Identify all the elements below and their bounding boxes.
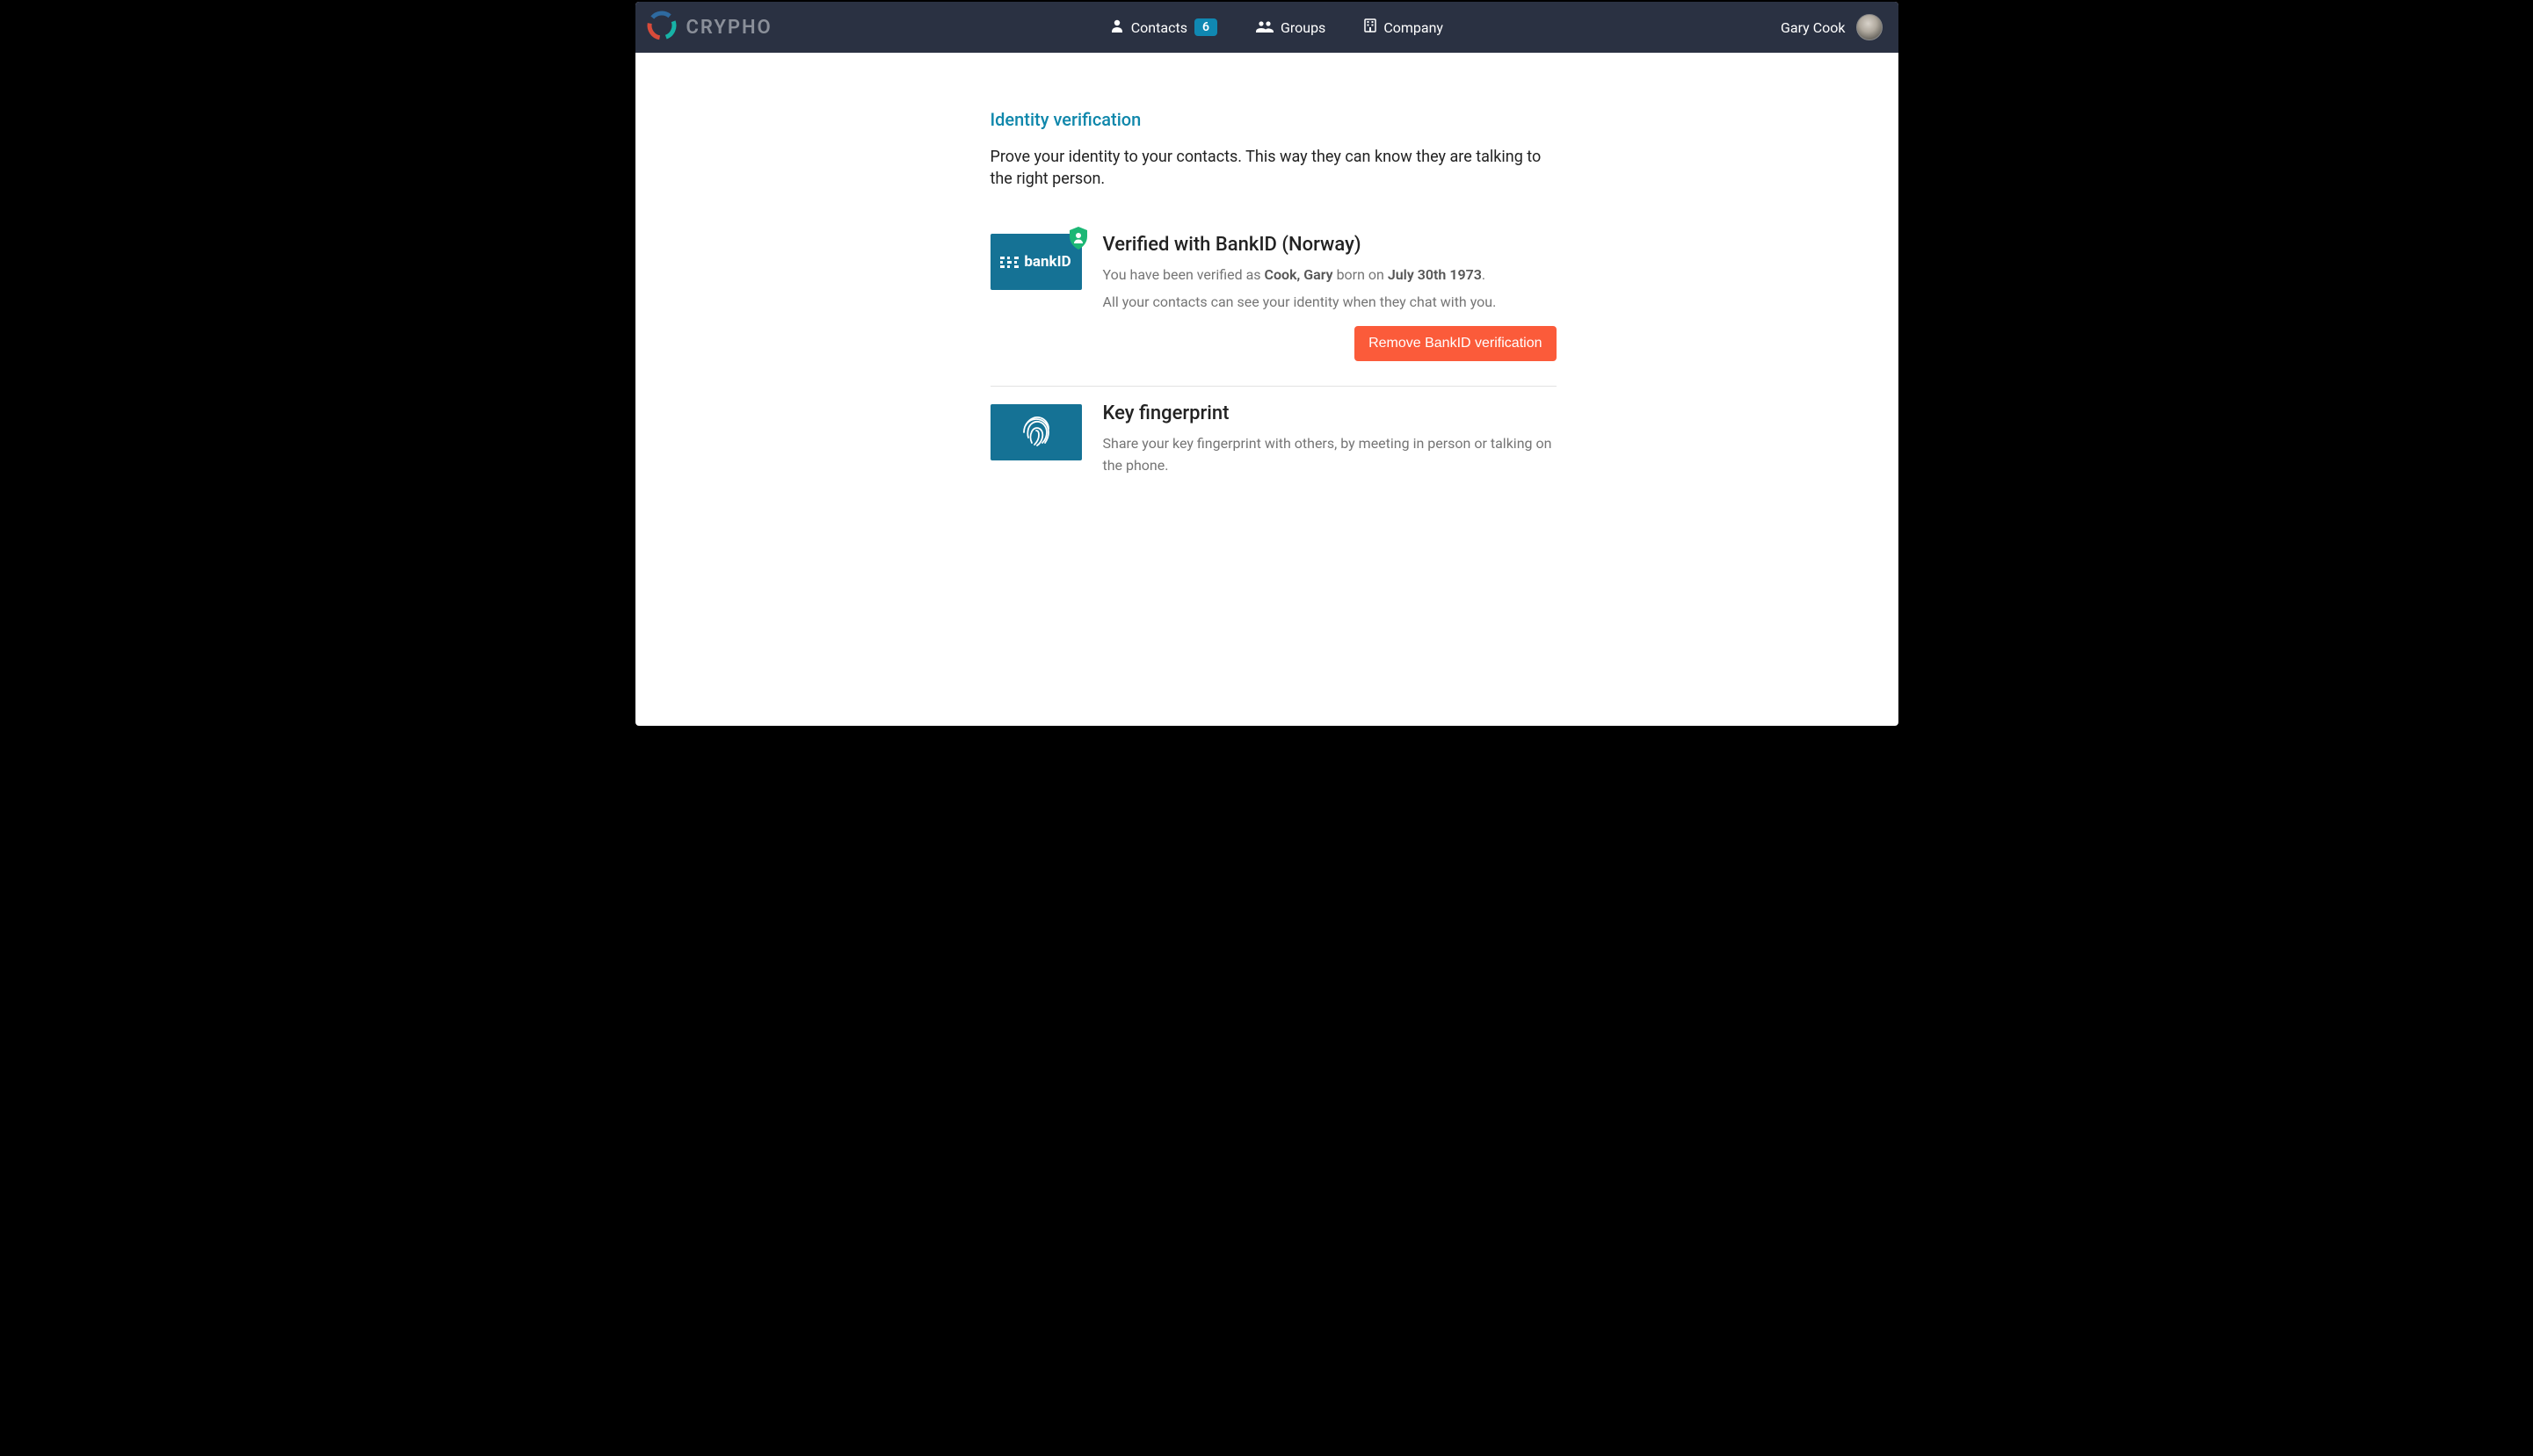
container: Identity verification Prove your identit…	[991, 109, 1557, 507]
company-icon	[1364, 18, 1376, 36]
brand-logo-icon	[646, 10, 678, 45]
fingerprint-desc: Share your key fingerprint with others, …	[1103, 433, 1557, 477]
fingerprint-heading: Key fingerprint	[1103, 402, 1557, 424]
verified-shield-icon	[1068, 227, 1089, 253]
bankid-heading: Verified with BankID (Norway)	[1103, 234, 1557, 256]
bankid-verified-name: Cook, Gary	[1265, 266, 1333, 283]
bankid-section: bankID Verified with BankID (Norway) You…	[991, 234, 1557, 386]
fingerprint-icon	[1019, 411, 1054, 453]
bankid-line1c: .	[1482, 266, 1485, 283]
content: Identity verification Prove your identit…	[635, 53, 1898, 726]
topbar: CRYPHO Contacts 6 Groups Company	[635, 2, 1898, 53]
nav-company[interactable]: Company	[1364, 18, 1443, 36]
main-nav: Contacts 6 Groups Company	[773, 18, 1781, 36]
avatar	[1856, 14, 1883, 40]
fingerprint-tile	[991, 404, 1082, 460]
brand[interactable]: CRYPHO	[646, 10, 773, 45]
groups-icon	[1256, 19, 1274, 36]
bankid-line1b: born on	[1333, 266, 1388, 283]
fingerprint-body: Key fingerprint Share your key fingerpri…	[1103, 402, 1557, 482]
bankid-line2: All your contacts can see your identity …	[1103, 292, 1557, 314]
bankid-body: Verified with BankID (Norway) You have b…	[1103, 234, 1557, 361]
nav-company-label: Company	[1383, 19, 1443, 36]
nav-groups[interactable]: Groups	[1256, 19, 1325, 36]
contacts-badge: 6	[1194, 18, 1217, 36]
nav-contacts-label: Contacts	[1131, 19, 1187, 36]
bankid-text: You have been verified as Cook, Gary bor…	[1103, 264, 1557, 314]
page-title: Identity verification	[991, 109, 1557, 130]
fingerprint-section: Key fingerprint Share your key fingerpri…	[991, 386, 1557, 507]
bankid-logo-text: bankID	[1024, 253, 1071, 271]
brand-name: CRYPHO	[686, 17, 773, 39]
fingerprint-text: Share your key fingerprint with others, …	[1103, 433, 1557, 477]
bankid-verified-date: July 30th 1973	[1388, 266, 1482, 283]
user-name: Gary Cook	[1781, 19, 1845, 36]
nav-groups-label: Groups	[1281, 19, 1325, 36]
app-frame: CRYPHO Contacts 6 Groups Company	[634, 0, 1900, 728]
page-description: Prove your identity to your contacts. Th…	[991, 146, 1557, 190]
bankid-logo-icon: bankID	[1000, 253, 1071, 271]
remove-bankid-button[interactable]: Remove BankID verification	[1354, 326, 1556, 361]
user-menu[interactable]: Gary Cook	[1781, 14, 1882, 40]
bankid-tile: bankID	[991, 234, 1082, 290]
bankid-line1a: You have been verified as	[1103, 266, 1265, 283]
contact-icon	[1110, 18, 1124, 36]
nav-contacts[interactable]: Contacts 6	[1110, 18, 1217, 36]
bankid-actions: Remove BankID verification	[1103, 326, 1557, 361]
